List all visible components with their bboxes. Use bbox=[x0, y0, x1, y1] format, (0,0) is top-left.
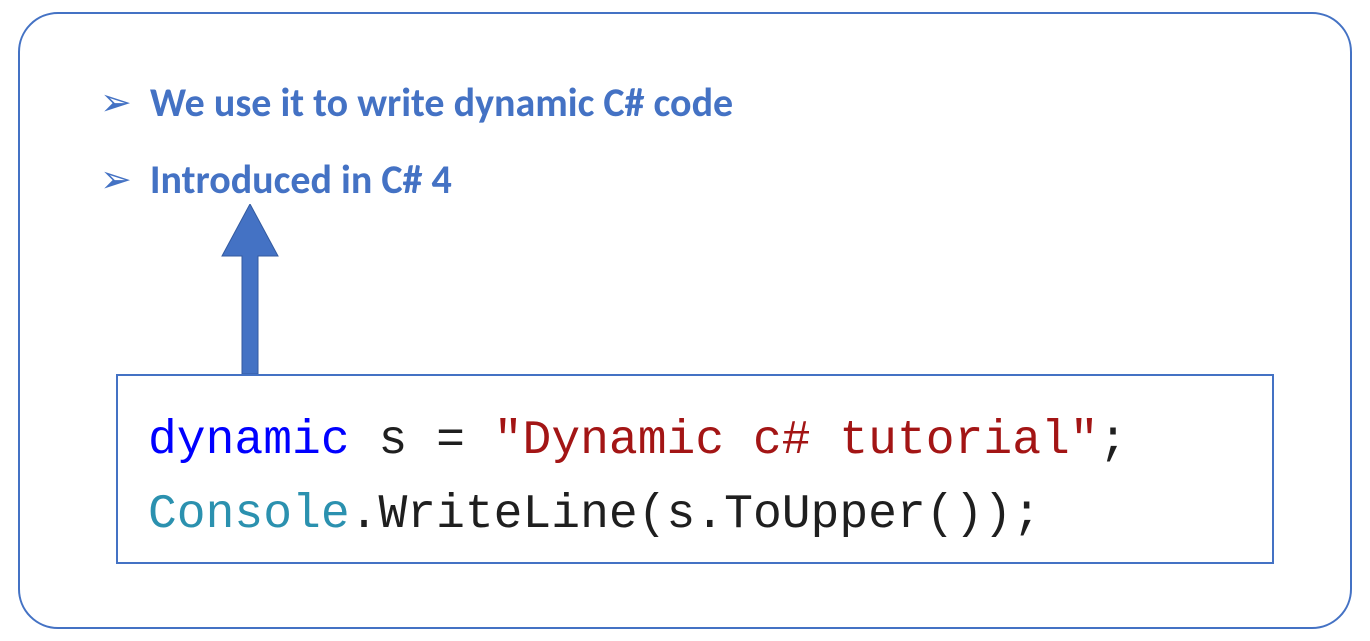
bullet-text: We use it to write dynamic C# code bbox=[150, 78, 733, 127]
bullet-item: ➢ We use it to write dynamic C# code bbox=[100, 78, 1270, 127]
semicolon: ; bbox=[1099, 414, 1128, 468]
space bbox=[465, 414, 494, 468]
content-card: ➢ We use it to write dynamic C# code ➢ I… bbox=[18, 12, 1352, 629]
variable-s: s bbox=[378, 414, 407, 468]
keyword-dynamic: dynamic bbox=[148, 414, 350, 468]
method-writeline: WriteLine bbox=[378, 488, 637, 542]
bullet-item: ➢ Introduced in C# 4 bbox=[100, 155, 1270, 204]
variable-s: s bbox=[667, 488, 696, 542]
dot: . bbox=[695, 488, 724, 542]
semicolon: ; bbox=[1012, 488, 1041, 542]
space bbox=[407, 414, 436, 468]
type-console: Console bbox=[148, 488, 350, 542]
paren-pair: () bbox=[926, 488, 984, 542]
code-line: dynamic s = "Dynamic c# tutorial"; bbox=[148, 404, 1242, 478]
string-literal: "Dynamic c# tutorial" bbox=[494, 414, 1099, 468]
paren-open: ( bbox=[638, 488, 667, 542]
space bbox=[350, 414, 379, 468]
dot: . bbox=[350, 488, 379, 542]
bullet-list: ➢ We use it to write dynamic C# code ➢ I… bbox=[100, 78, 1270, 204]
chevron-right-icon: ➢ bbox=[100, 84, 132, 122]
code-line: Console.WriteLine(s.ToUpper()); bbox=[148, 478, 1242, 552]
chevron-right-icon: ➢ bbox=[100, 161, 132, 199]
assign-op: = bbox=[436, 414, 465, 468]
code-block: dynamic s = "Dynamic c# tutorial"; Conso… bbox=[116, 374, 1274, 564]
arrow-up-icon bbox=[220, 204, 280, 374]
paren-close: ) bbox=[983, 488, 1012, 542]
method-toupper: ToUpper bbox=[724, 488, 926, 542]
bullet-text: Introduced in C# 4 bbox=[150, 155, 452, 204]
